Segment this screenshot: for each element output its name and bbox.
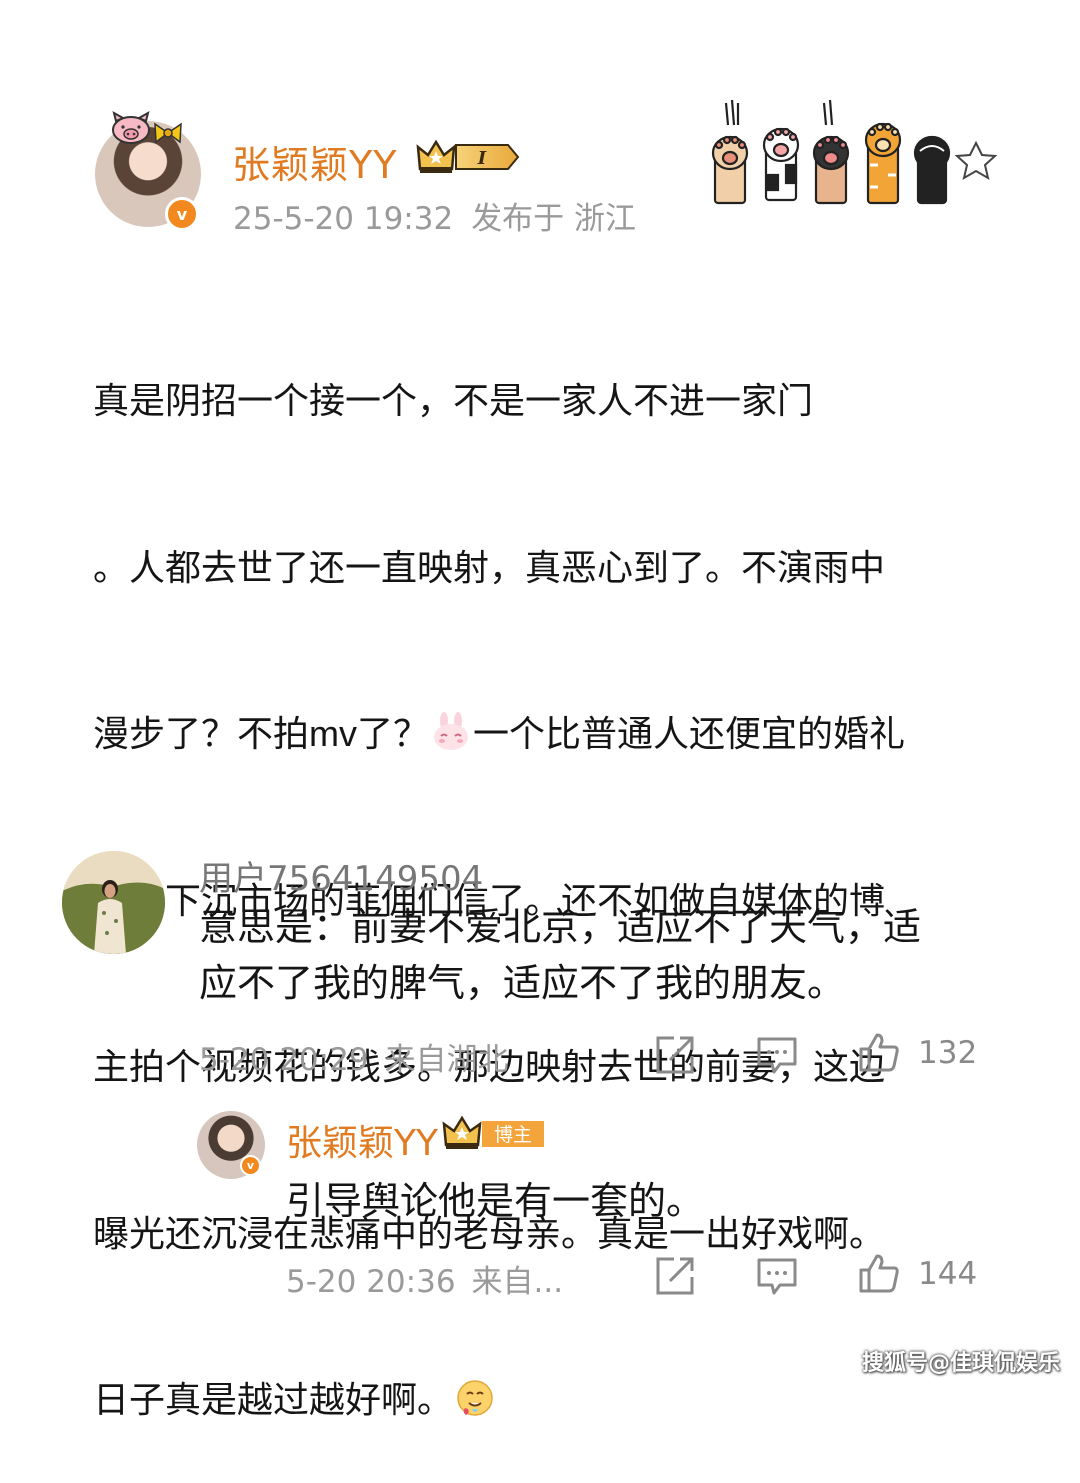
member-level-badge[interactable]: I xyxy=(416,137,520,177)
member-level-text: I xyxy=(477,148,487,169)
drooling-emoji-icon xyxy=(457,1380,493,1416)
blogger-badge-text: 博主 xyxy=(494,1124,532,1146)
reply-author-name[interactable]: 张颖颖YY xyxy=(286,1114,438,1166)
share-icon[interactable] xyxy=(654,1034,696,1076)
bunny-emoji-icon xyxy=(434,712,468,750)
post-body-line: 日子真是越过越好啊。 xyxy=(93,1372,1013,1428)
post-location: 发布于 浙江 xyxy=(471,201,637,237)
post-body-line: 漫步了？不拍mv了？ 一个比普通人还便宜的婚礼 xyxy=(93,706,1013,762)
comment-text-line: 意思是：前妻不爱北京，适应不了天气，适 xyxy=(199,907,922,949)
comment-icon[interactable] xyxy=(756,1255,798,1297)
reply-location: 来自... xyxy=(471,1264,564,1300)
post-body-segment: 日子真是越过越好啊。 xyxy=(93,1379,454,1420)
comment-location: 来自湖北 xyxy=(384,1042,509,1078)
reply-like-count: 144 xyxy=(918,1256,978,1292)
commenter-name[interactable]: 用户7564149504 xyxy=(199,851,483,900)
share-icon[interactable] xyxy=(654,1255,696,1297)
reply-text: 引导舆论他是有一套的。 xyxy=(286,1181,705,1223)
post-timestamp: 25-5-20 19:32 xyxy=(233,201,454,237)
post-body-line: 真是阴招一个接一个，不是一家人不进一家门 xyxy=(93,380,814,421)
paw-decoration-icon xyxy=(711,99,998,205)
verified-badge: v xyxy=(240,1155,261,1176)
comment-meta: 5-20 20:29 来自湖北 xyxy=(199,1034,509,1079)
author-name[interactable]: 张颖颖YY xyxy=(232,134,397,189)
comment-text: 意思是：前妻不爱北京，适应不了天气，适 应不了我的脾气，适应不了我的朋友。 xyxy=(199,900,1019,1012)
watermark: 搜狐号@佳琪侃娱乐 xyxy=(862,1351,1061,1376)
post-meta: 25-5-20 19:32 发布于 浙江 xyxy=(233,193,636,238)
comment-text-line: 应不了我的脾气，适应不了我的朋友。 xyxy=(199,963,846,1005)
verified-badge: v xyxy=(165,197,199,231)
bow-icon xyxy=(154,122,182,144)
reply-meta: 5-20 20:36 来自... xyxy=(286,1256,563,1301)
like-icon[interactable] xyxy=(858,1252,900,1294)
comment-like-count: 132 xyxy=(918,1035,978,1071)
post-body-segment: 一个比普通人还便宜的婚礼 xyxy=(473,713,906,754)
post-body-segment: 漫步了？不拍mv了？ xyxy=(93,713,429,754)
reply-time: 5-20 20:36 xyxy=(286,1264,456,1300)
comment-icon[interactable] xyxy=(756,1034,798,1076)
blogger-badge: 博主 xyxy=(442,1115,544,1149)
like-icon[interactable] xyxy=(858,1031,900,1073)
pig-icon xyxy=(112,111,150,144)
comment-time: 5-20 20:29 xyxy=(199,1042,369,1078)
post-body-line: 。人都去世了还一直映射，真恶心到了。不演雨中 xyxy=(93,546,886,588)
reply-author-avatar[interactable]: v xyxy=(197,1111,265,1179)
commenter-avatar[interactable] xyxy=(62,851,165,954)
